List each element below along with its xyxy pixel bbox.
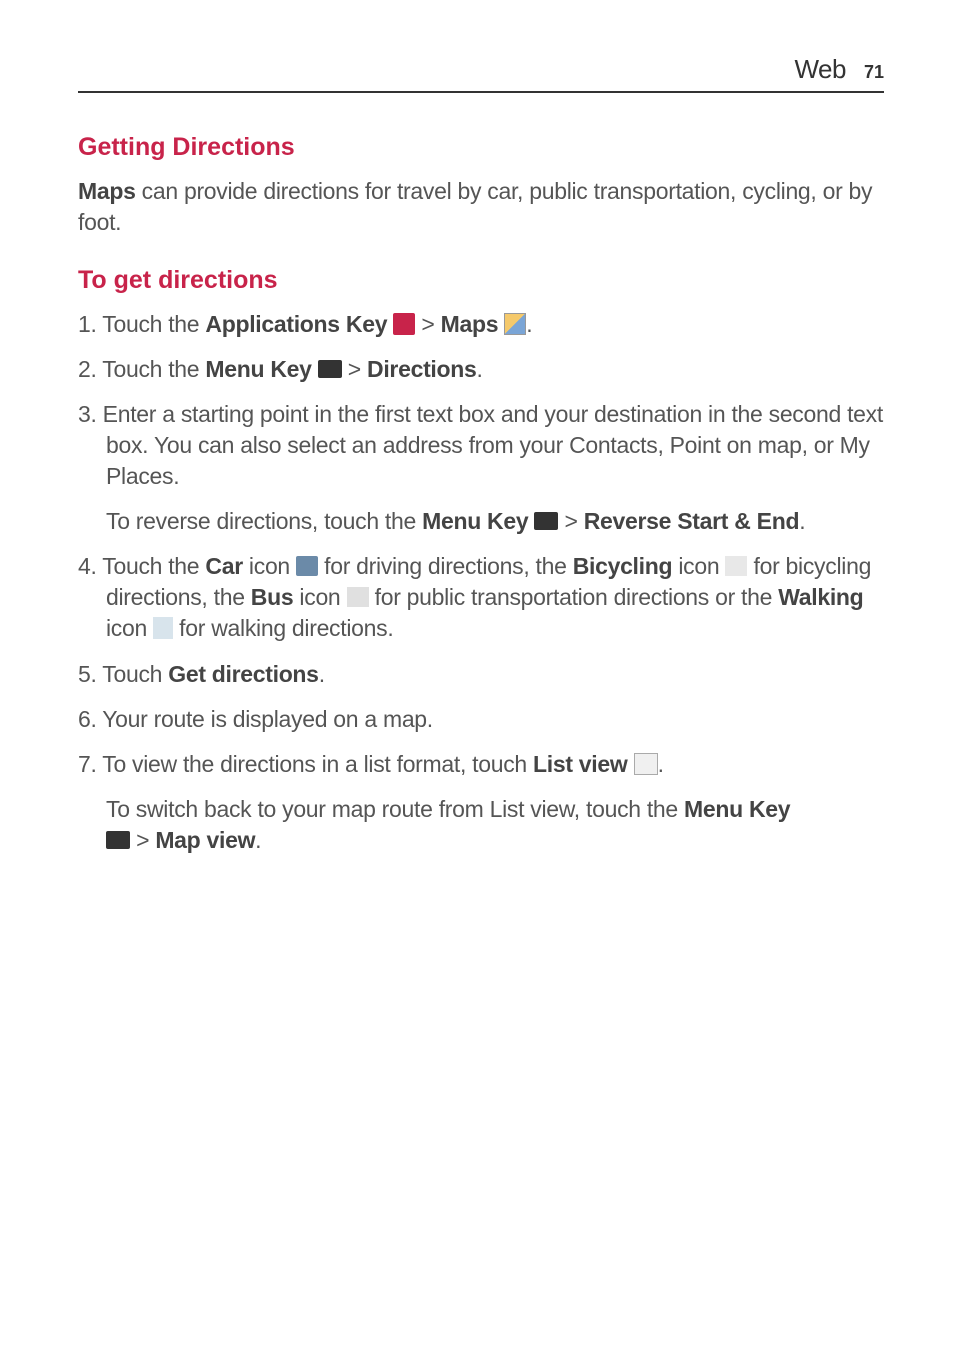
step-7-sub: To switch back to your map route from Li… [78,794,884,856]
step5-end: . [319,661,325,687]
step2-menu-key: Menu Key [205,356,317,382]
step4-t7: icon [106,615,153,641]
step-3-sub: To reverse directions, touch the Menu Ke… [78,506,884,537]
step-1: 1. Touch the Applications Key > Maps . [78,309,884,340]
step1-maps: Maps [441,311,505,337]
step2-mid: > [342,356,367,382]
applications-key-icon [393,313,415,335]
step7-menu-key: Menu Key [684,796,790,822]
step7-list-view: List view [533,751,634,777]
step5-prefix: 5. Touch [78,661,168,687]
step7-sub-prefix: To switch back to your map route from Li… [106,796,684,822]
heading-to-get-directions: To get directions [78,266,884,295]
step1-apps-key: Applications Key [205,311,393,337]
step3-reverse: Reverse Start & End [584,508,799,534]
step1-prefix: 1. Touch the [78,311,205,337]
step7-map-view: Map view [155,827,255,853]
menu-key-icon [106,831,130,849]
maps-icon [504,313,526,335]
step4-t5: icon [293,584,346,610]
walking-icon [153,617,173,639]
step-2: 2. Touch the Menu Key > Directions. [78,354,884,385]
step-6: 6. Your route is displayed on a map. [78,704,884,735]
bicycling-icon [725,556,747,576]
step4-t6: for public transportation directions or … [369,584,779,610]
header-section-title: Web [794,54,846,85]
step4-bus: Bus [251,584,294,610]
step2-end: . [477,356,483,382]
step4-prefix: 4. Touch the [78,553,205,579]
step4-t2: for driving directions, the [318,553,573,579]
step3-sub-mid: > [558,508,583,534]
bus-icon [347,587,369,607]
step5-get-directions: Get directions [168,661,318,687]
step4-car: Car [205,553,242,579]
step2-prefix: 2. Touch the [78,356,205,382]
step-3: 3. Enter a starting point in the first t… [78,399,884,492]
page-header: Web 71 [78,54,884,93]
step1-mid: > [415,311,440,337]
list-view-icon [634,753,658,775]
car-icon [296,556,318,576]
menu-key-icon [318,360,342,378]
step4-t3: icon [672,553,725,579]
step-7: 7. To view the directions in a list form… [78,749,884,780]
step7-sub-end: . [255,827,261,853]
step-5: 5. Touch Get directions. [78,659,884,690]
step1-end: . [526,311,532,337]
step2-directions: Directions [367,356,476,382]
heading-getting-directions: Getting Directions [78,133,884,162]
step4-walking: Walking [778,584,863,610]
step3-menu-key: Menu Key [422,508,534,534]
step4-t8: for walking directions. [173,615,393,641]
menu-key-icon [534,512,558,530]
intro-maps-bold: Maps [78,178,136,204]
step3-sub-prefix: To reverse directions, touch the [106,508,422,534]
step4-t1: icon [243,553,296,579]
intro-paragraph: Maps can provide directions for travel b… [78,176,884,238]
step4-bicycling: Bicycling [573,553,673,579]
step-4: 4. Touch the Car icon for driving direct… [78,551,884,644]
step3-sub-end: . [799,508,805,534]
page-number: 71 [864,62,884,83]
step7-sub-mid: > [130,827,155,853]
step7-prefix: 7. To view the directions in a list form… [78,751,533,777]
step7-end: . [658,751,664,777]
intro-rest: can provide directions for travel by car… [78,178,872,235]
